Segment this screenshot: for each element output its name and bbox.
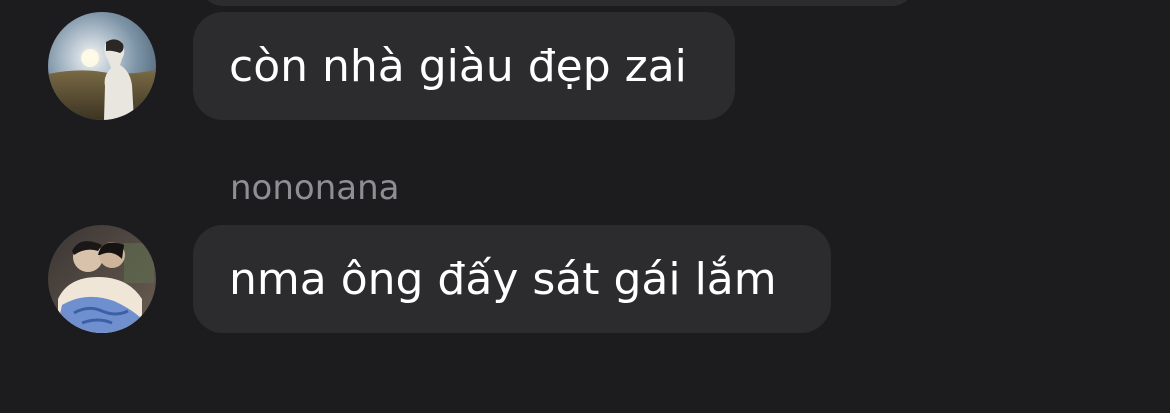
previous-message-bubble[interactable] <box>200 0 915 6</box>
message-bubble[interactable]: nma ông đấy sát gái lắm <box>193 225 831 333</box>
avatar[interactable] <box>48 225 156 333</box>
message-text: nma ông đấy sát gái lắm <box>229 253 777 305</box>
message-text: còn nhà giàu đẹp zai <box>229 40 687 92</box>
avatar[interactable] <box>48 12 156 120</box>
couple-photo-icon <box>48 225 156 333</box>
chat-thread: còn nhà giàu đẹp zai nononana nma ông đấ… <box>0 0 1170 413</box>
sender-name: nononana <box>230 168 400 208</box>
message-bubble[interactable]: còn nhà giàu đẹp zai <box>193 12 735 120</box>
sunset-photo-icon <box>48 12 156 120</box>
